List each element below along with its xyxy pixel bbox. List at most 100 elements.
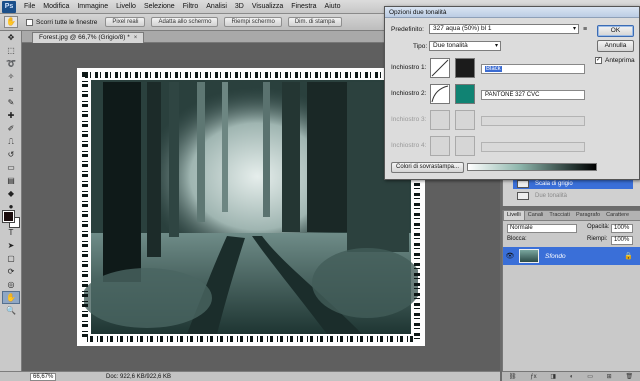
zoom-level-field[interactable]: 66,67%: [30, 372, 56, 381]
cancel-button[interactable]: Annulla: [597, 40, 634, 52]
blur-tool-icon[interactable]: ◆: [2, 187, 20, 200]
brush-tool-icon[interactable]: ✐: [2, 122, 20, 135]
history-item-label: Scala di grigio: [535, 181, 573, 187]
actual-pixels-button[interactable]: Pixel reali: [105, 17, 146, 27]
tab-paragrafo[interactable]: Paragrafo: [573, 211, 603, 220]
ink1-label: Inchiostro 1:: [391, 64, 427, 71]
preview-row: ✓ Anteprima: [595, 57, 635, 64]
eye-icon[interactable]: 👁: [505, 252, 515, 260]
trash-icon[interactable]: 🗑: [625, 373, 633, 380]
ink2-name-field[interactable]: PANTONE 327 CVC: [481, 90, 585, 100]
duotone-options-dialog: Opzioni due tonalità Predefinito: 327 aq…: [384, 6, 640, 180]
menu-file[interactable]: File: [20, 3, 39, 10]
preview-label: Anteprima: [605, 57, 635, 64]
blend-mode-select[interactable]: Normale: [507, 224, 577, 233]
ink2-curve-box[interactable]: [430, 84, 450, 104]
curve-icon: [431, 59, 449, 77]
eyedropper-tool-icon[interactable]: ✎: [2, 96, 20, 109]
ink1-curve-box[interactable]: [430, 58, 450, 78]
hand-tool-icon[interactable]: ✋: [2, 291, 20, 304]
magic-wand-tool-icon[interactable]: ✧: [2, 70, 20, 83]
ink4-name-field: [481, 142, 585, 152]
scroll-all-checkbox[interactable]: [26, 18, 33, 26]
opacity-field[interactable]: 100%: [611, 224, 633, 233]
layer-thumbnail: [519, 249, 539, 263]
menu-aiuto[interactable]: Aiuto: [321, 3, 345, 10]
zoom-tool-icon[interactable]: 🔍: [2, 304, 20, 317]
crop-tool-icon[interactable]: ⌗: [2, 83, 20, 96]
ink2-color-swatch[interactable]: [455, 84, 475, 104]
gradient-tool-icon[interactable]: ▤: [2, 174, 20, 187]
history-state-icon: [517, 180, 529, 188]
layers-panel-footer: ⛓ ƒx ◨ ◐ ▭ ⊞ 🗑: [502, 371, 640, 381]
path-selection-tool-icon[interactable]: ➤: [2, 239, 20, 252]
new-layer-icon[interactable]: ⊞: [607, 373, 612, 380]
menu-3d[interactable]: 3D: [231, 3, 248, 10]
healing-brush-tool-icon[interactable]: ✚: [2, 109, 20, 122]
add-mask-icon[interactable]: ◨: [550, 373, 556, 380]
document-canvas[interactable]: [77, 68, 425, 346]
fit-screen-button[interactable]: Adatta allo schermo: [151, 17, 219, 27]
history-panel: Scala di grigio Due tonalità: [502, 176, 640, 206]
overprint-colors-button[interactable]: Colori di sovrastampa...: [391, 162, 465, 173]
marquee-tool-icon[interactable]: ⬚: [2, 44, 20, 57]
history-item[interactable]: Scala di grigio: [513, 179, 633, 189]
menu-livello[interactable]: Livello: [112, 3, 140, 10]
menu-visualizza[interactable]: Visualizza: [248, 3, 287, 10]
layer-style-icon[interactable]: ƒx: [530, 374, 536, 380]
shape-tool-icon[interactable]: ▢: [2, 252, 20, 265]
clone-stamp-tool-icon[interactable]: ⎍: [2, 135, 20, 148]
tab-carattere[interactable]: Carattere: [603, 211, 632, 220]
lasso-tool-icon[interactable]: ➰: [2, 57, 20, 70]
lock-icon: 🔒: [624, 253, 633, 260]
menu-immagine[interactable]: Immagine: [73, 3, 112, 10]
curve-icon: [431, 85, 449, 103]
preview-checkbox[interactable]: ✓: [595, 57, 602, 64]
new-group-icon[interactable]: ▭: [587, 373, 593, 380]
close-icon[interactable]: ×: [134, 35, 138, 41]
ink1-name-text: Black: [485, 66, 502, 72]
fill-screen-button[interactable]: Riempi schermo: [224, 17, 282, 27]
eraser-tool-icon[interactable]: ▭: [2, 161, 20, 174]
fill-label: Riempi:: [587, 236, 608, 242]
ink4-curve-box: [430, 136, 450, 156]
ok-button[interactable]: OK: [597, 25, 634, 37]
opacity-label: Opacità:: [587, 224, 610, 230]
preset-value: 327 aqua (50%) bl 1: [433, 25, 492, 32]
menu-filtro[interactable]: Filtro: [179, 3, 203, 10]
history-state-icon: [517, 192, 529, 200]
dialog-title: Opzioni due tonalità: [385, 7, 639, 18]
preset-menu-icon[interactable]: ≡: [583, 26, 587, 33]
menu-selezione[interactable]: Selezione: [140, 3, 179, 10]
status-bar: 66,67% Doc: 922,6 KB/922,6 KB: [0, 371, 500, 381]
preset-label: Predefinito:: [391, 25, 424, 33]
type-select[interactable]: Due tonalità ▾: [429, 41, 501, 51]
document-tab[interactable]: Forest.jpg @ 66,7% (Grigio/8) * ×: [32, 32, 145, 43]
menu-analisi[interactable]: Analisi: [202, 3, 231, 10]
menu-modifica[interactable]: Modifica: [39, 3, 73, 10]
move-tool-icon[interactable]: ✥: [2, 31, 20, 44]
tab-canali[interactable]: Canali: [525, 211, 547, 220]
fill-field[interactable]: 100%: [611, 236, 633, 245]
menu-finestra[interactable]: Finestra: [287, 3, 320, 10]
preset-select[interactable]: 327 aqua (50%) bl 1 ▾: [429, 24, 579, 34]
foreground-color-swatch[interactable]: [2, 210, 15, 223]
ink2-label: Inchiostro 2:: [391, 90, 427, 97]
ink1-name-field[interactable]: Black: [481, 64, 585, 74]
hand-tool-preset-icon[interactable]: ✋: [4, 16, 18, 28]
document-size: Doc: 922,6 KB/922,6 KB: [106, 373, 172, 380]
tab-tracciati[interactable]: Tracciati: [546, 211, 573, 220]
ink3-curve-box: [430, 110, 450, 130]
ink1-color-swatch[interactable]: [455, 58, 475, 78]
forest-image: [77, 68, 425, 346]
print-size-button[interactable]: Dim. di stampa: [287, 17, 342, 27]
3d-rotate-tool-icon[interactable]: ⟳: [2, 265, 20, 278]
ink4-color-swatch: [455, 136, 475, 156]
layer-row[interactable]: 👁 Sfondo 🔒: [503, 247, 640, 265]
tab-livelli[interactable]: Livelli: [503, 210, 525, 220]
link-layers-icon[interactable]: ⛓: [509, 373, 517, 380]
3d-orbit-tool-icon[interactable]: ◎: [2, 278, 20, 291]
adjustment-layer-icon[interactable]: ◐: [570, 374, 574, 380]
history-item[interactable]: Due tonalità: [513, 191, 633, 201]
history-brush-tool-icon[interactable]: ↺: [2, 148, 20, 161]
